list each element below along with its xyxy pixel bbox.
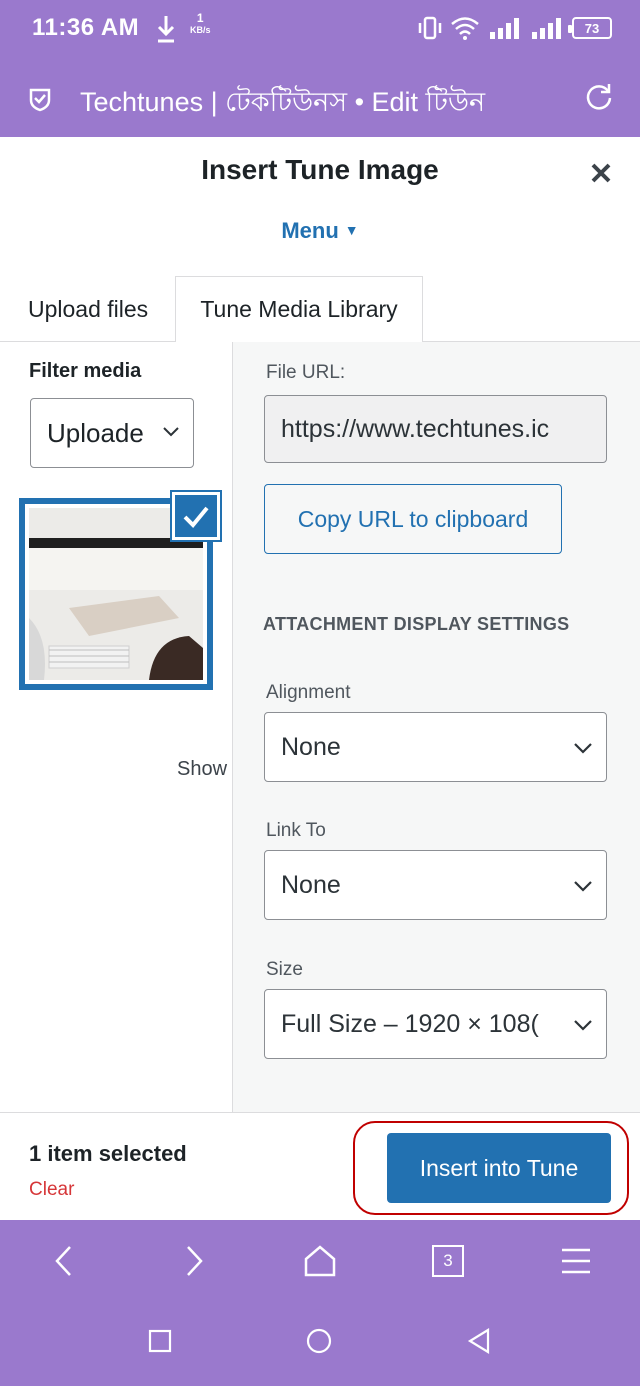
home-icon[interactable] <box>303 1244 337 1278</box>
selected-checkmark[interactable] <box>170 490 222 542</box>
link-to-label: Link To <box>266 820 326 841</box>
size-value: Full Size – 1920 × 108( <box>281 1009 539 1038</box>
tabs-count-button[interactable]: 3 <box>432 1245 464 1277</box>
chevron-down-icon <box>163 427 179 437</box>
insert-into-tune-button[interactable]: Insert into Tune <box>387 1133 611 1203</box>
network-speed: 1 KB/s <box>190 12 211 36</box>
menu-icon[interactable] <box>559 1244 593 1278</box>
status-icons: 73 <box>418 15 612 41</box>
battery-icon: 73 <box>568 17 612 39</box>
link-to-select[interactable]: None <box>264 850 607 920</box>
signal-icon-2 <box>532 18 561 39</box>
check-icon <box>183 506 209 528</box>
media-browser: Filter media Uploade Show <box>0 342 232 1112</box>
size-label: Size <box>266 959 303 980</box>
filter-label: Filter media <box>29 360 142 382</box>
reload-icon[interactable] <box>584 82 614 112</box>
filter-select-value: Uploade <box>47 417 144 448</box>
chevron-down-icon <box>574 743 592 754</box>
alignment-select[interactable]: None <box>264 712 607 782</box>
attachment-details: File URL: https://www.techtunes.ic Copy … <box>232 342 640 1112</box>
recents-icon[interactable] <box>145 1326 175 1356</box>
menu-toggle[interactable]: Menu ▼ <box>0 218 640 244</box>
alignment-label: Alignment <box>266 682 351 703</box>
tab-upload-files[interactable]: Upload files <box>14 276 162 342</box>
browser-bar: Techtunes | টেকটিউনস • Edit টিউন <box>0 62 640 137</box>
shield-icon[interactable] <box>28 86 52 112</box>
link-to-value: None <box>281 870 341 899</box>
wifi-icon <box>451 17 479 40</box>
selection-count: 1 item selected <box>29 1141 187 1166</box>
media-toolbar: 1 item selected Clear Insert into Tune <box>0 1112 640 1220</box>
tabs-count: 3 <box>443 1251 453 1270</box>
filter-select[interactable]: Uploade <box>30 398 194 468</box>
status-time: 11:36 AM <box>32 14 140 41</box>
modal-title: Insert Tune Image <box>201 154 439 185</box>
clear-selection-link[interactable]: Clear <box>29 1179 74 1201</box>
network-speed-unit: KB/s <box>190 25 211 35</box>
tab-media-library[interactable]: Tune Media Library <box>175 276 423 343</box>
navigation-bar: 3 <box>0 1220 640 1386</box>
system-home-icon[interactable] <box>304 1326 334 1356</box>
menu-label: Menu <box>281 218 339 243</box>
page-title[interactable]: Techtunes | টেকটিউনস • Edit টিউন <box>80 82 485 127</box>
media-tabs: Upload files Tune Media Library <box>0 276 640 343</box>
system-back-icon[interactable] <box>464 1326 494 1356</box>
alignment-value: None <box>281 732 341 761</box>
vibrate-icon <box>418 16 442 40</box>
status-bar: 11:36 AM 1 KB/s 73 <box>0 0 640 62</box>
forward-icon[interactable] <box>176 1244 210 1278</box>
back-icon[interactable] <box>48 1244 82 1278</box>
signal-icon-1 <box>490 18 519 39</box>
download-icon <box>157 16 175 43</box>
chevron-down-icon <box>574 881 592 892</box>
size-select[interactable]: Full Size – 1920 × 108( <box>264 989 607 1059</box>
caret-down-icon: ▼ <box>344 222 359 238</box>
network-speed-value: 1 <box>196 11 204 25</box>
chevron-down-icon <box>574 1020 592 1031</box>
display-settings-heading: ATTACHMENT DISPLAY SETTINGS <box>263 614 570 634</box>
copy-url-button[interactable]: Copy URL to clipboard <box>264 484 562 554</box>
show-label: Show <box>177 758 228 780</box>
file-url-label: File URL: <box>266 362 346 383</box>
close-icon[interactable] <box>588 160 614 186</box>
file-url-field[interactable]: https://www.techtunes.ic <box>264 395 607 463</box>
